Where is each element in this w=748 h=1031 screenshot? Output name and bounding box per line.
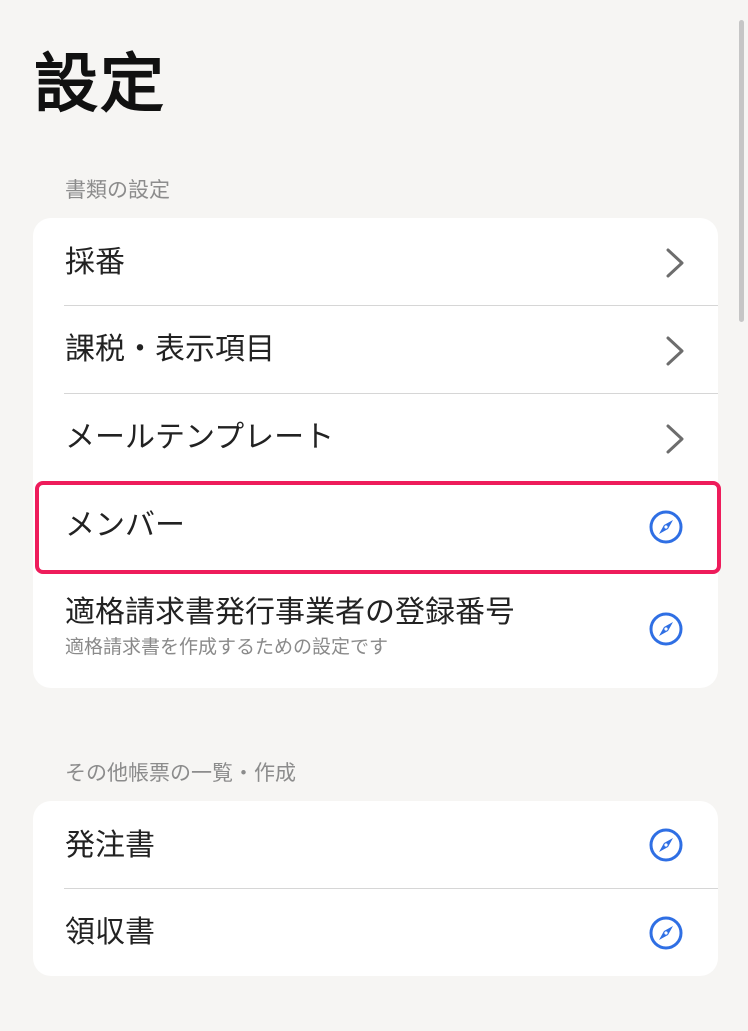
page-title: 設定 bbox=[34, 48, 166, 122]
chevron-right-icon bbox=[666, 424, 684, 454]
compass-icon bbox=[649, 828, 683, 862]
settings-item-mail-template[interactable]: メールテンプレート bbox=[33, 394, 718, 481]
settings-item-purchase-order[interactable]: 発注書 bbox=[33, 801, 718, 888]
other-forms-card: 発注書 領収書 bbox=[33, 801, 718, 976]
settings-item-numbering[interactable]: 採番 bbox=[33, 218, 718, 305]
section-label-document-settings: 書類の設定 bbox=[65, 178, 170, 202]
settings-item-label: 領収書 bbox=[65, 915, 155, 950]
section-label-other-forms: その他帳票の一覧・作成 bbox=[65, 761, 296, 785]
scrollbar[interactable] bbox=[739, 20, 744, 322]
settings-item-label: 採番 bbox=[65, 245, 125, 280]
settings-item-receipt[interactable]: 領収書 bbox=[33, 889, 718, 976]
highlight-box-members bbox=[35, 481, 721, 574]
compass-icon bbox=[649, 612, 683, 646]
settings-item-label: メールテンプレート bbox=[65, 420, 335, 455]
settings-item-label: 課税・表示項目 bbox=[65, 332, 275, 367]
chevron-right-icon bbox=[666, 336, 684, 366]
settings-item-label: 適格請求書発行事業者の登録番号 bbox=[65, 595, 515, 630]
document-settings-card: 採番 課税・表示項目 メールテンプレート メンバー 適格請求書発行事業者の登録番… bbox=[33, 218, 718, 688]
settings-item-label: 発注書 bbox=[65, 828, 155, 863]
compass-icon bbox=[649, 916, 683, 950]
settings-item-tax-display[interactable]: 課税・表示項目 bbox=[33, 306, 718, 393]
settings-item-invoice-registration[interactable]: 適格請求書発行事業者の登録番号 適格請求書を作成するための設定です bbox=[33, 571, 718, 688]
settings-item-sublabel: 適格請求書を作成するための設定です bbox=[65, 636, 389, 658]
chevron-right-icon bbox=[666, 248, 684, 278]
